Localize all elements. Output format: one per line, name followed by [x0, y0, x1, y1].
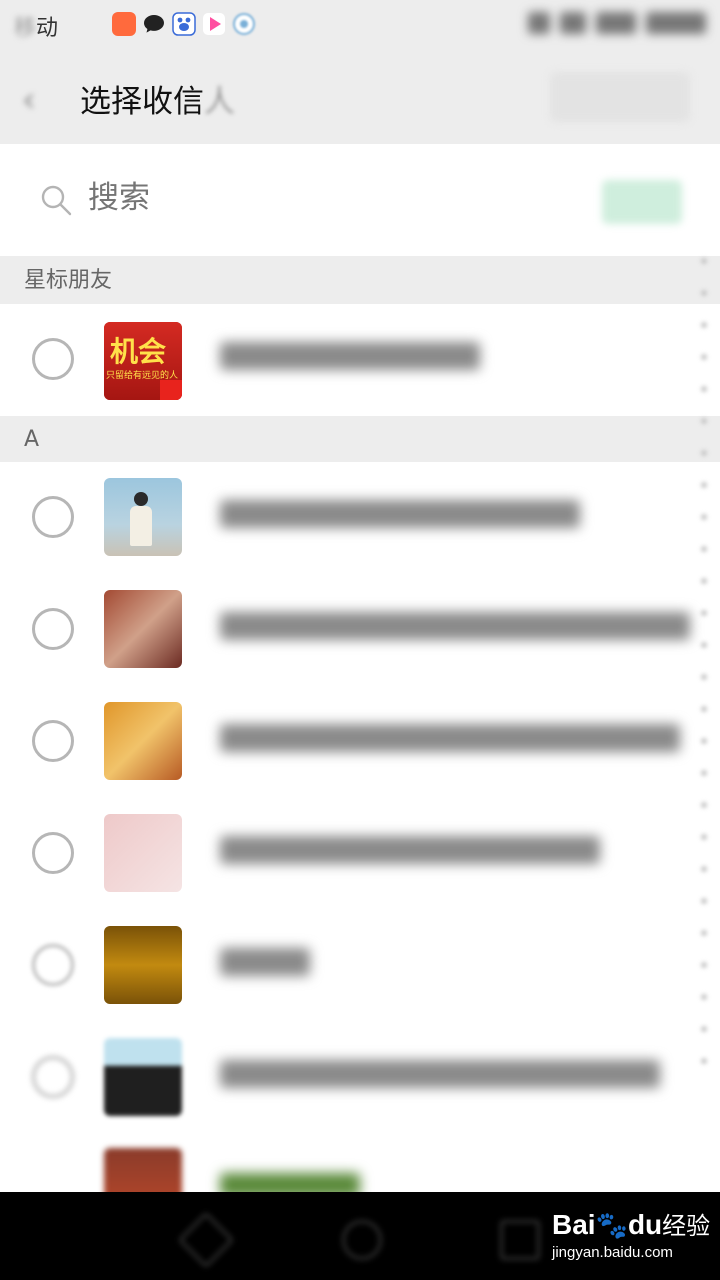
select-radio[interactable]	[32, 832, 74, 874]
wifi-icon	[560, 12, 586, 34]
baidu-paw-icon: 🐾	[595, 1210, 628, 1240]
contact-name	[220, 948, 690, 986]
avatar-text-main: 机会	[110, 335, 167, 368]
select-radio[interactable]	[32, 496, 74, 538]
contact-row[interactable]	[0, 1134, 720, 1192]
contact-name	[220, 836, 690, 874]
status-bar: 移动	[0, 0, 720, 50]
avatar	[104, 590, 182, 668]
search-icon	[41, 185, 72, 216]
alphabet-index-bar[interactable]	[694, 258, 714, 1088]
nfc-icon	[528, 12, 550, 34]
avatar: 机会 只留给有远见的人	[104, 322, 182, 400]
flag-icon	[160, 380, 182, 400]
contact-name	[220, 612, 690, 650]
contact-name	[220, 1170, 690, 1192]
contact-row[interactable]	[0, 1022, 720, 1134]
select-radio[interactable]	[32, 338, 74, 380]
contact-row[interactable]: 机会 只留给有远见的人	[0, 304, 720, 416]
baidu-paw-icon	[172, 12, 196, 36]
select-radio[interactable]	[32, 608, 74, 650]
system-status-icons	[528, 12, 706, 34]
section-header-a: A	[0, 416, 720, 462]
baidu-jingyan-watermark: Bai🐾du经验 jingyan.baidu.com	[552, 1200, 712, 1272]
avatar	[104, 1148, 182, 1192]
watermark-url: jingyan.baidu.com	[552, 1244, 673, 1261]
contact-row[interactable]	[0, 798, 720, 910]
confirm-button[interactable]	[602, 180, 682, 224]
avatar	[104, 926, 182, 1004]
wandoujia-icon	[232, 12, 256, 36]
header-bar: ‹ 选择收信人	[0, 50, 720, 144]
contact-row[interactable]	[0, 462, 720, 574]
watermark-brand: Bai🐾du经验	[552, 1209, 711, 1240]
avatar	[104, 702, 182, 780]
search-input[interactable]	[88, 180, 388, 216]
nav-back-icon[interactable]	[177, 1211, 235, 1269]
contact-row[interactable]	[0, 910, 720, 1022]
kuaishou-icon	[112, 12, 136, 36]
select-radio[interactable]	[32, 1056, 74, 1098]
page-title: 选择收信人	[80, 84, 235, 120]
multi-select-button[interactable]	[550, 72, 690, 122]
contact-row[interactable]	[0, 686, 720, 798]
avatar	[104, 1038, 182, 1116]
contact-name	[220, 1060, 690, 1098]
select-radio[interactable]	[32, 720, 74, 762]
contact-name	[220, 342, 690, 380]
avatar	[104, 814, 182, 892]
search-bar	[0, 144, 720, 256]
carrier-label: 移动	[14, 16, 59, 41]
section-header-starred: 星标朋友	[0, 256, 720, 304]
message-bubble-icon	[142, 12, 166, 36]
back-arrow-icon[interactable]: ‹	[22, 80, 36, 120]
play-video-icon	[202, 12, 226, 36]
select-radio[interactable]	[32, 944, 74, 986]
avatar	[104, 478, 182, 556]
contact-name	[220, 500, 690, 538]
nav-recent-icon[interactable]	[500, 1220, 540, 1260]
contact-name	[220, 724, 690, 762]
contact-row[interactable]	[0, 574, 720, 686]
nav-home-icon[interactable]	[342, 1220, 382, 1260]
battery-time-icon	[646, 12, 706, 34]
notification-icons	[112, 12, 256, 36]
signal-icon	[596, 12, 636, 34]
